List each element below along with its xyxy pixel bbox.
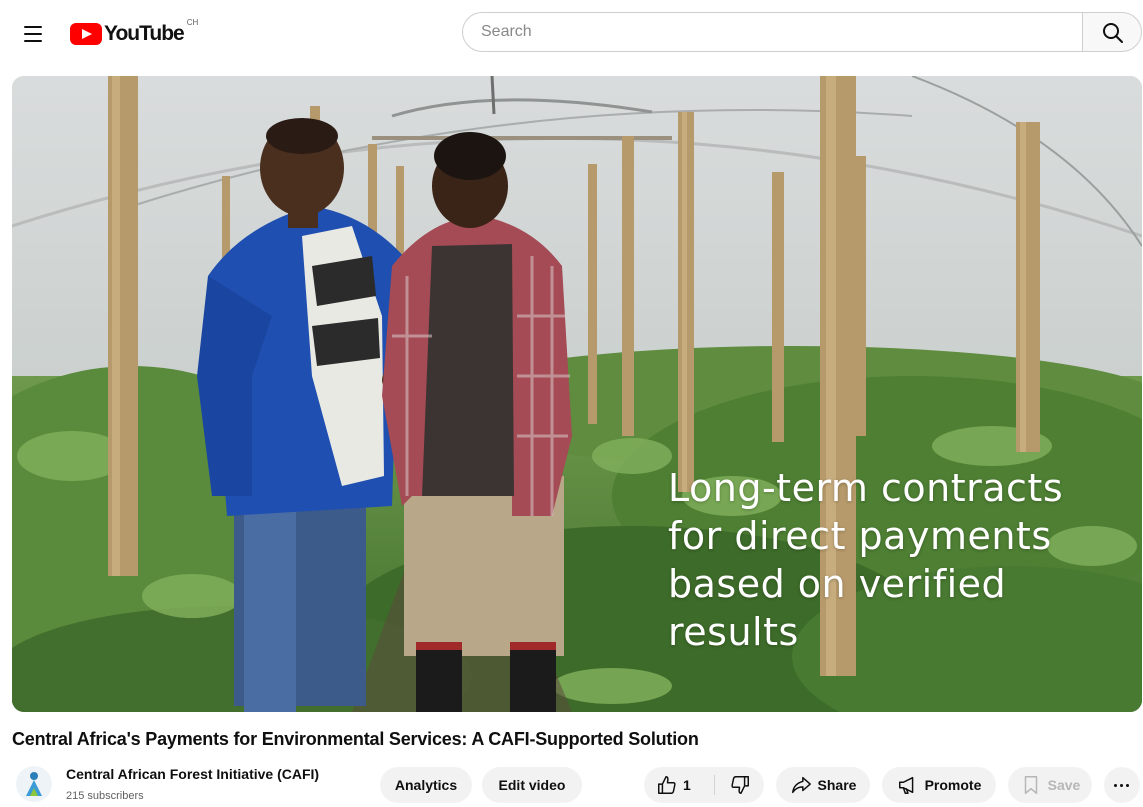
- overlay-line: Long-term contracts: [668, 466, 1064, 510]
- dislike-button[interactable]: [716, 767, 764, 803]
- save-playlist-icon: [1024, 776, 1037, 794]
- share-label: Share: [817, 777, 857, 793]
- like-count: 1: [683, 777, 691, 793]
- like-dislike-group: 1: [644, 767, 764, 803]
- promote-label: Promote: [924, 777, 982, 793]
- like-divider: [714, 775, 715, 795]
- video-overlay-caption: Long-term contracts for direct payments …: [668, 464, 1138, 656]
- save-button[interactable]: Save: [1008, 767, 1092, 803]
- video-title: Central Africa's Payments for Environmen…: [12, 729, 699, 749]
- save-label: Save: [1047, 777, 1081, 793]
- promote-button[interactable]: Promote: [882, 767, 996, 803]
- video-player[interactable]: Long-term contracts for direct payments …: [12, 76, 1142, 712]
- more-actions-icon[interactable]: [1104, 767, 1140, 803]
- edit-video-button[interactable]: Edit video: [482, 767, 582, 803]
- subscriber-count: 215 subscribers: [66, 790, 144, 802]
- channel-name[interactable]: Central African Forest Initiative (CAFI): [66, 766, 319, 782]
- search-button[interactable]: [1082, 12, 1142, 52]
- channel-avatar[interactable]: [16, 766, 52, 802]
- masthead: YouTube CH: [0, 0, 1143, 66]
- overlay-line: based on verified: [668, 562, 1007, 606]
- edit-video-label: Edit video: [498, 777, 566, 793]
- analytics-label: Analytics: [394, 777, 458, 793]
- country-code: CH: [186, 17, 199, 27]
- hamburger-menu-icon[interactable]: [18, 18, 50, 50]
- youtube-logo[interactable]: YouTube CH: [70, 16, 198, 52]
- cafi-logo-icon: [26, 772, 42, 796]
- analytics-button[interactable]: Analytics: [380, 767, 472, 803]
- youtube-play-icon: [70, 23, 102, 45]
- like-button[interactable]: 1: [644, 767, 708, 803]
- logo-text: YouTube: [104, 22, 185, 45]
- search-input[interactable]: [462, 12, 1082, 52]
- search-bar: [462, 12, 1142, 54]
- share-arrow-icon: [791, 776, 811, 794]
- thumbs-down-icon: [731, 776, 749, 794]
- megaphone-icon: [898, 776, 913, 794]
- share-button[interactable]: Share: [776, 767, 870, 803]
- search-icon: [1103, 23, 1123, 43]
- thumbs-up-icon: [658, 776, 676, 794]
- overlay-line: for direct payments: [668, 514, 1052, 558]
- overlay-line: results: [668, 610, 799, 654]
